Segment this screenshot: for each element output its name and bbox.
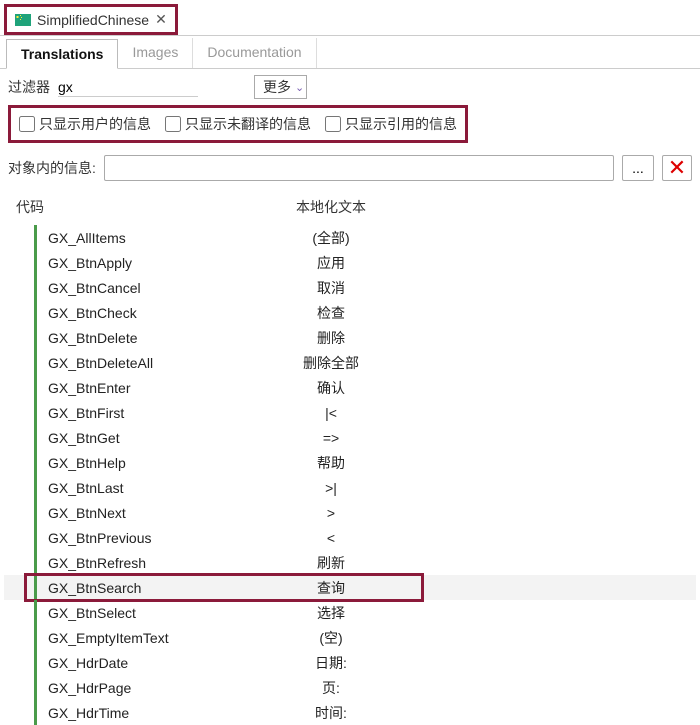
table-row[interactable]: GX_BtnApply应用	[4, 250, 696, 275]
translations-table: 代码 本地化文本 GX_AllItems(全部)GX_BtnApply应用GX_…	[4, 193, 696, 725]
row-code: GX_BtnRefresh	[26, 555, 241, 571]
close-icon: ✕	[668, 155, 686, 181]
row-code: GX_BtnFirst	[26, 405, 241, 421]
row-code: GX_BtnEnter	[26, 380, 241, 396]
table-row[interactable]: GX_BtnDelete删除	[4, 325, 696, 350]
row-localized: 帮助	[241, 453, 421, 473]
row-localized: 页:	[241, 678, 421, 698]
row-code: GX_HdrDate	[26, 655, 241, 671]
row-code: GX_BtnDeleteAll	[26, 355, 241, 371]
checkbox-referenced-input[interactable]	[325, 116, 341, 132]
row-code: GX_BtnSelect	[26, 605, 241, 621]
row-code: GX_AllItems	[26, 230, 241, 246]
row-localized: 应用	[241, 253, 421, 273]
row-localized: >|	[241, 480, 421, 496]
row-localized: 查询	[241, 578, 421, 598]
row-code: GX_HdrPage	[26, 680, 241, 696]
table-row[interactable]: GX_BtnNext>	[4, 500, 696, 525]
checkbox-referenced-label: 只显示引用的信息	[345, 114, 457, 134]
table-row[interactable]: GX_BtnHelp帮助	[4, 450, 696, 475]
table-row[interactable]: GX_BtnSelect选择	[4, 600, 696, 625]
table-row[interactable]: GX_BtnDeleteAll删除全部	[4, 350, 696, 375]
checkbox-referenced[interactable]: 只显示引用的信息	[325, 114, 457, 134]
tab-documentation[interactable]: Documentation	[193, 38, 316, 68]
row-localized: 时间:	[241, 703, 421, 723]
row-localized: 刷新	[241, 553, 421, 573]
object-info-input[interactable]	[104, 155, 614, 181]
window-tab-bar: SimplifiedChinese ✕	[0, 0, 700, 36]
object-info-bar: 对象内的信息: ... ✕	[0, 151, 700, 185]
table-row[interactable]: GX_BtnFirst|<	[4, 400, 696, 425]
row-code: GX_BtnApply	[26, 255, 241, 271]
row-localized: 取消	[241, 278, 421, 298]
table-row[interactable]: GX_HdrPage页:	[4, 675, 696, 700]
row-code: GX_BtnDelete	[26, 330, 241, 346]
checkbox-untranslated[interactable]: 只显示未翻译的信息	[165, 114, 311, 134]
table-row[interactable]: GX_BtnRefresh刷新	[4, 550, 696, 575]
window-tab-simplified-chinese[interactable]: SimplifiedChinese ✕	[4, 4, 178, 35]
table-row[interactable]: GX_AllItems(全部)	[4, 225, 696, 250]
table-row[interactable]: GX_HdrDate日期:	[4, 650, 696, 675]
table-row[interactable]: GX_BtnSearch查询	[4, 575, 696, 600]
row-localized: 日期:	[241, 653, 421, 673]
tab-images[interactable]: Images	[118, 38, 193, 68]
row-code: GX_BtnGet	[26, 430, 241, 446]
checkbox-user-messages[interactable]: 只显示用户的信息	[19, 114, 151, 134]
chevron-down-icon: ⌄	[295, 81, 304, 94]
checkbox-untranslated-input[interactable]	[165, 116, 181, 132]
row-code: GX_EmptyItemText	[26, 630, 241, 646]
table-row[interactable]: GX_BtnCheck检查	[4, 300, 696, 325]
row-localized: |<	[241, 405, 421, 421]
table-row[interactable]: GX_BtnCancel取消	[4, 275, 696, 300]
table-row[interactable]: GX_BtnGet=>	[4, 425, 696, 450]
table-header-code[interactable]: 代码	[16, 197, 241, 217]
table-row[interactable]: GX_HdrTime时间:	[4, 700, 696, 725]
table-row[interactable]: GX_EmptyItemText(空)	[4, 625, 696, 650]
more-dropdown-label: 更多	[263, 77, 291, 97]
table-header-localized[interactable]: 本地化文本	[241, 197, 421, 217]
row-localized: 删除	[241, 328, 421, 348]
row-code: GX_BtnHelp	[26, 455, 241, 471]
checkbox-user-messages-label: 只显示用户的信息	[39, 114, 151, 134]
row-localized: 检查	[241, 303, 421, 323]
window-tab-title: SimplifiedChinese	[37, 12, 149, 28]
sub-tab-bar: Translations Images Documentation	[0, 38, 700, 69]
object-info-label: 对象内的信息:	[8, 158, 96, 178]
row-localized: 选择	[241, 603, 421, 623]
row-localized: (全部)	[241, 228, 421, 248]
filter-bar: 过滤器 更多 ⌄	[0, 69, 700, 103]
row-localized: 确认	[241, 378, 421, 398]
filter-input[interactable]	[58, 78, 198, 97]
table-header: 代码 本地化文本	[4, 193, 696, 225]
row-localized: =>	[241, 430, 421, 446]
row-localized: 删除全部	[241, 353, 421, 373]
more-dropdown[interactable]: 更多 ⌄	[254, 75, 307, 99]
close-tab-icon[interactable]: ✕	[155, 11, 167, 28]
row-code: GX_BtnCheck	[26, 305, 241, 321]
row-localized: <	[241, 530, 421, 546]
row-code: GX_BtnNext	[26, 505, 241, 521]
checkbox-bar: 只显示用户的信息 只显示未翻译的信息 只显示引用的信息	[8, 105, 468, 143]
table-row[interactable]: GX_BtnPrevious<	[4, 525, 696, 550]
filter-label: 过滤器	[8, 77, 50, 97]
row-code: GX_HdrTime	[26, 705, 241, 721]
table-row[interactable]: GX_BtnLast>|	[4, 475, 696, 500]
table-body: GX_AllItems(全部)GX_BtnApply应用GX_BtnCancel…	[4, 225, 696, 725]
tab-translations[interactable]: Translations	[6, 39, 118, 69]
checkbox-untranslated-label: 只显示未翻译的信息	[185, 114, 311, 134]
row-code: GX_BtnCancel	[26, 280, 241, 296]
language-flag-icon	[15, 14, 31, 26]
table-row[interactable]: GX_BtnEnter确认	[4, 375, 696, 400]
browse-button[interactable]: ...	[622, 155, 654, 181]
checkbox-user-messages-input[interactable]	[19, 116, 35, 132]
clear-button[interactable]: ✕	[662, 155, 692, 181]
row-code: GX_BtnSearch	[26, 580, 241, 596]
row-localized: >	[241, 505, 421, 521]
row-localized: (空)	[241, 628, 421, 648]
row-code: GX_BtnLast	[26, 480, 241, 496]
row-code: GX_BtnPrevious	[26, 530, 241, 546]
